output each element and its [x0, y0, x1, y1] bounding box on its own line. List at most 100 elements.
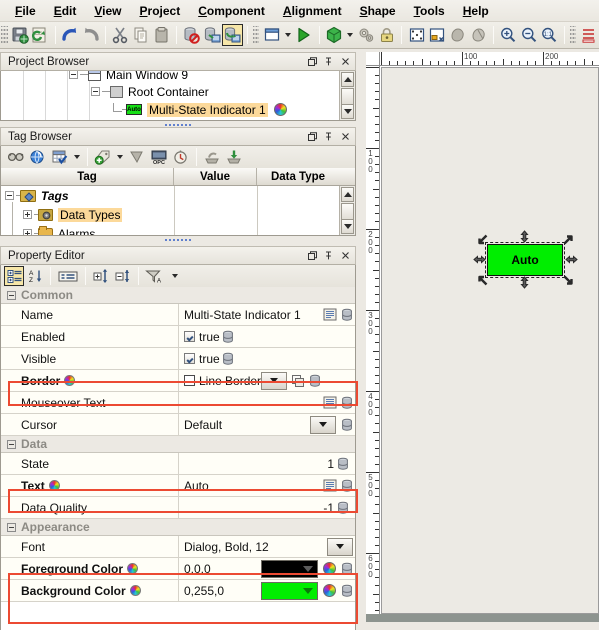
- close-icon[interactable]: [338, 249, 352, 263]
- pin-icon[interactable]: [321, 55, 335, 69]
- property-row-background-color[interactable]: Background Color 0,255,0: [1, 580, 355, 602]
- column-header-value[interactable]: Value: [174, 168, 257, 185]
- property-row-cursor[interactable]: Cursor Default: [1, 414, 355, 436]
- property-row-visible[interactable]: Visible true: [1, 348, 355, 370]
- undo-icon[interactable]: [60, 24, 81, 46]
- project-settings-icon[interactable]: [356, 24, 377, 46]
- property-row-state[interactable]: State 1: [1, 453, 355, 475]
- tag-grid-dropdown-arrow[interactable]: [74, 155, 80, 159]
- property-value[interactable]: Multi-State Indicator 1: [179, 304, 355, 325]
- property-row-data-quality[interactable]: Data Quality -1: [1, 497, 355, 519]
- resize-nw-handle[interactable]: [476, 233, 489, 246]
- horizontal-ruler[interactable]: 100 200: [380, 52, 599, 66]
- expander-icon[interactable]: [69, 71, 78, 79]
- collapse-all-icon[interactable]: [112, 265, 134, 287]
- property-row-text[interactable]: Text Auto: [1, 475, 355, 497]
- menu-view[interactable]: View: [85, 2, 130, 20]
- lock-icon[interactable]: [377, 24, 398, 46]
- cut-icon[interactable]: [110, 24, 131, 46]
- scroll-up-button[interactable]: [341, 72, 354, 87]
- binding-button[interactable]: [220, 349, 237, 369]
- refresh-icon[interactable]: [30, 24, 51, 46]
- resize-se-handle[interactable]: [562, 274, 575, 287]
- pin-icon[interactable]: [321, 249, 335, 263]
- float-icon[interactable]: [304, 55, 318, 69]
- property-category-common[interactable]: Common: [1, 287, 355, 304]
- pin-icon[interactable]: [321, 130, 335, 144]
- expression-editor-button[interactable]: [321, 393, 338, 413]
- expander-icon[interactable]: [23, 210, 32, 219]
- shape-union-icon[interactable]: [448, 24, 469, 46]
- binding-button[interactable]: [338, 415, 355, 435]
- scroll-up-button[interactable]: [341, 187, 354, 202]
- tag-providers-icon[interactable]: [27, 146, 49, 168]
- show-description-icon[interactable]: [55, 265, 81, 287]
- property-row-enabled[interactable]: Enabled true: [1, 326, 355, 348]
- shape-subtract-icon[interactable]: [468, 24, 489, 46]
- expand-all-icon[interactable]: [90, 265, 112, 287]
- sort-alpha-icon[interactable]: AZ: [24, 265, 46, 287]
- scroll-down-button[interactable]: [341, 219, 354, 234]
- resize-n-handle[interactable]: [518, 230, 531, 243]
- dropdown-button[interactable]: [327, 537, 353, 556]
- new-tag-icon[interactable]: [92, 146, 114, 168]
- expander-icon[interactable]: [91, 87, 100, 96]
- resize-sw-handle[interactable]: [476, 274, 489, 287]
- tag-group-icon[interactable]: [126, 146, 148, 168]
- database-read-icon[interactable]: [201, 24, 222, 46]
- paste-icon[interactable]: [151, 24, 172, 46]
- zoom-reset-icon[interactable]: 1:1: [539, 24, 560, 46]
- reset-layout-icon[interactable]: [427, 24, 448, 46]
- property-value[interactable]: 1: [179, 453, 355, 474]
- multistate-indicator-component[interactable]: Auto: [487, 244, 563, 276]
- binding-button[interactable]: [338, 559, 355, 579]
- close-icon[interactable]: [338, 130, 352, 144]
- resize-ne-handle[interactable]: [562, 233, 575, 246]
- expander-icon[interactable]: [23, 229, 32, 235]
- filter-icon[interactable]: A: [143, 265, 165, 287]
- tag-row-datatypes[interactable]: Data Types: [1, 205, 355, 224]
- tree-item-main-window[interactable]: Main Window 9: [69, 71, 188, 83]
- new-window-dropdown-arrow[interactable]: [284, 33, 291, 37]
- property-value[interactable]: Dialog, Bold, 12: [179, 536, 355, 557]
- publish-dropdown-arrow[interactable]: [347, 33, 354, 37]
- binding-button[interactable]: [306, 371, 323, 391]
- property-value[interactable]: Auto: [179, 475, 355, 496]
- opc-browser-icon[interactable]: OPC: [148, 146, 170, 168]
- tag-grid-icon[interactable]: [49, 146, 71, 168]
- value-checkbox[interactable]: [184, 353, 195, 364]
- binding-button[interactable]: [334, 498, 351, 518]
- property-editor-table[interactable]: Common Name Multi-State Indicator 1 Enabled…: [0, 287, 356, 630]
- copy-style-button[interactable]: [289, 371, 306, 391]
- database-disabled-icon[interactable]: [181, 24, 202, 46]
- property-row-border[interactable]: Border Line Border: [1, 370, 355, 392]
- tag-row-tags[interactable]: Tags: [1, 186, 355, 205]
- binding-button[interactable]: [338, 581, 355, 601]
- menu-edit[interactable]: Edit: [45, 2, 86, 20]
- property-category-data[interactable]: Data: [1, 436, 355, 453]
- tree-item-root-container[interactable]: Root Container: [69, 83, 209, 100]
- float-icon[interactable]: [304, 249, 318, 263]
- property-value[interactable]: Default: [179, 414, 355, 435]
- copy-icon[interactable]: [131, 24, 152, 46]
- categorize-icon[interactable]: [4, 266, 24, 286]
- color-picker-button[interactable]: [321, 559, 338, 579]
- menu-shape[interactable]: Shape: [351, 2, 405, 20]
- scroll-down-button[interactable]: [341, 104, 354, 119]
- expression-editor-button[interactable]: [321, 305, 338, 325]
- menu-tools[interactable]: Tools: [405, 2, 454, 20]
- history-icon[interactable]: [170, 146, 192, 168]
- collapse-icon[interactable]: [7, 290, 16, 300]
- binding-button[interactable]: [338, 476, 355, 496]
- menu-file[interactable]: File: [6, 2, 45, 20]
- tree-item-multistate-indicator[interactable]: Auto Multi-State Indicator 1: [69, 101, 287, 118]
- filter-dropdown-arrow[interactable]: [172, 274, 178, 278]
- menu-alignment[interactable]: Alignment: [274, 2, 351, 20]
- property-value[interactable]: Line Border: [179, 370, 355, 391]
- dropdown-button[interactable]: [310, 415, 336, 434]
- color-swatch-dropdown[interactable]: [261, 581, 318, 600]
- list-align-icon[interactable]: [578, 24, 599, 46]
- expander-icon[interactable]: [5, 191, 14, 200]
- property-value[interactable]: -1: [179, 497, 355, 518]
- property-category-appearance[interactable]: Appearance: [1, 519, 355, 536]
